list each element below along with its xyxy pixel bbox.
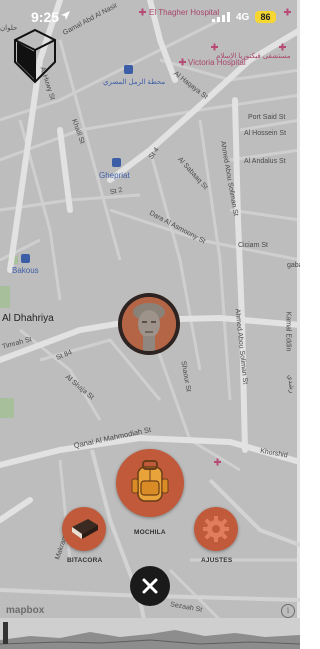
- ajustes-label: AJUSTES: [201, 557, 233, 564]
- avatar-image: [122, 297, 176, 351]
- book-icon: [72, 519, 98, 539]
- info-icon[interactable]: i: [281, 604, 295, 618]
- train-station-icon: [21, 254, 30, 263]
- mochila-button[interactable]: [116, 449, 184, 517]
- map-label: gaba: [287, 262, 300, 269]
- screen: حلوان Gamal Abd Al Nasir El Thagher Hosp…: [0, 0, 300, 649]
- status-time: 9:25: [31, 9, 60, 25]
- train-station-icon: [124, 65, 133, 74]
- close-icon: [142, 578, 158, 594]
- status-bar: 9:25 4G 86: [0, 0, 300, 30]
- map-label: Al Andalus St: [244, 158, 286, 165]
- close-button[interactable]: [130, 566, 170, 606]
- mapbox-logo[interactable]: mapbox: [6, 605, 44, 616]
- portrait-icon: [122, 297, 176, 351]
- map-label: Bakous: [12, 266, 39, 275]
- map-label: Al Dhahriya: [2, 313, 54, 324]
- mochila-label: MOCHILA: [134, 529, 166, 536]
- cube-logo-icon[interactable]: [13, 28, 57, 84]
- map-label: Kamal Eddin: [284, 311, 292, 352]
- location-arrow-icon: [61, 11, 70, 20]
- signal-icon: [212, 12, 230, 22]
- bitacora-button[interactable]: [62, 507, 106, 551]
- train-station-icon: [112, 158, 121, 167]
- map-label: محطة الرمل المصري: [103, 79, 166, 86]
- elevation-profile: [0, 618, 300, 649]
- profile-marker: [3, 622, 8, 644]
- backpack-icon: [120, 453, 180, 513]
- map-label: مستشفى فيكتوريا الإسلام: [216, 53, 291, 60]
- map-label: Ghepriat: [99, 171, 130, 180]
- ajustes-button[interactable]: [194, 507, 238, 551]
- map-label: Al Hossein St: [244, 130, 287, 137]
- gear-icon: [203, 516, 229, 542]
- network-type: 4G: [236, 12, 250, 23]
- map-label: Port Said St: [248, 114, 286, 121]
- avatar[interactable]: [118, 293, 180, 355]
- map-label: Ciciam St: [238, 242, 268, 249]
- bitacora-label: BITACORA: [67, 557, 103, 564]
- battery-badge: 86: [255, 11, 276, 23]
